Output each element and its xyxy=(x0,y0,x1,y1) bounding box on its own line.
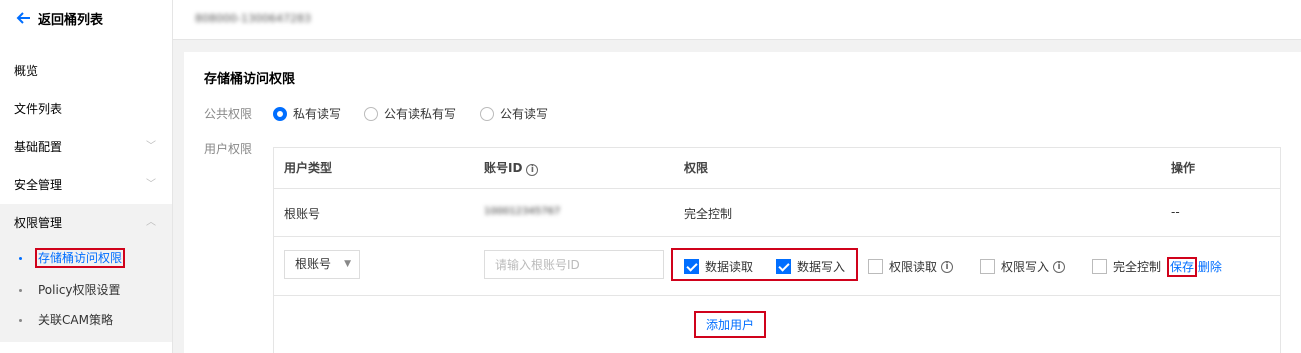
checkbox-acl-write[interactable]: 权限写入 i xyxy=(980,258,1066,275)
radio-label: 公有读写 xyxy=(500,107,549,121)
back-label: 返回桶列表 xyxy=(38,12,104,28)
checkbox-label: 权限写入 xyxy=(1001,260,1050,274)
bucket-name: 808000-1300647283 xyxy=(195,12,311,25)
row-action: -- xyxy=(1171,205,1180,219)
sidebar-subitem-label: 存储桶访问权限 xyxy=(34,248,126,268)
radio-circle xyxy=(364,106,378,121)
radio-label: 公有读私有写 xyxy=(384,107,457,121)
row-permission: 完全控制 xyxy=(684,207,733,221)
checkbox-label: 数据写入 xyxy=(797,260,846,274)
header-account-id: 账号ID i xyxy=(484,148,539,188)
sidebar-item-label: 权限管理 xyxy=(14,216,63,230)
header-account-id-label: 账号ID xyxy=(484,161,523,175)
radio-circle xyxy=(480,106,494,121)
chevron-down-icon: ﹀ xyxy=(146,179,156,190)
checkbox-box xyxy=(776,259,791,274)
bucket-acl-panel: 存储桶访问权限 公共权限 私有读写 公有读私有写 公有读写 用户权限 用户类型 … xyxy=(184,52,1301,353)
radio-private-rw[interactable]: 私有读写 xyxy=(273,105,341,122)
public-permission-label: 公共权限 xyxy=(204,107,253,121)
user-permission-table: 用户类型 账号ID i 权限 操作 根账号 100012345767 完全控制 -… xyxy=(273,147,1281,353)
top-bar: 808000-1300647283 xyxy=(173,0,1301,40)
back-to-bucket-list-button[interactable]: 返回桶列表 xyxy=(16,8,103,28)
sidebar-subitem-policy[interactable]: Policy权限设置 xyxy=(0,275,172,305)
arrow-left-icon xyxy=(16,12,30,24)
sidebar-item-basic-config[interactable]: 基础配置 ﹀ xyxy=(0,128,172,166)
row-account-id: 100012345767 xyxy=(484,206,561,217)
sidebar-item-security[interactable]: 安全管理 ﹀ xyxy=(0,166,172,204)
add-user-wrapper: 添加用户 xyxy=(694,311,767,338)
chevron-up-icon: ︿ xyxy=(146,217,156,228)
checkbox-box xyxy=(684,259,699,274)
checkbox-label: 完全控制 xyxy=(1113,260,1162,274)
caret-down-icon: ▼ xyxy=(344,259,351,269)
checkbox-full-control[interactable]: 完全控制 xyxy=(1092,258,1161,275)
checkbox-data-write[interactable]: 数据写入 xyxy=(776,258,845,275)
sidebar-item-label: 文件列表 xyxy=(14,102,63,116)
checkbox-acl-read[interactable]: 权限读取 i xyxy=(868,258,954,275)
checkbox-label: 权限读取 xyxy=(889,260,938,274)
sidebar-subitem-label: Policy权限设置 xyxy=(38,283,121,297)
sidebar-item-file-list[interactable]: 文件列表 xyxy=(0,90,172,128)
select-value: 根账号 xyxy=(295,257,332,271)
panel-title: 存储桶访问权限 xyxy=(204,72,296,87)
checkbox-box xyxy=(1092,259,1107,274)
sidebar-item-label: 概览 xyxy=(14,64,39,78)
radio-label: 私有读写 xyxy=(293,107,342,121)
divider xyxy=(274,236,1280,237)
radio-circle xyxy=(273,106,287,121)
sidebar-item-label: 安全管理 xyxy=(14,178,63,192)
info-icon[interactable]: i xyxy=(526,164,539,176)
save-button[interactable]: 保存 xyxy=(1166,257,1198,277)
bullet-icon xyxy=(19,257,22,260)
header-action: 操作 xyxy=(1171,161,1196,175)
divider xyxy=(274,295,1280,296)
row-user-type: 根账号 xyxy=(284,207,321,221)
sidebar-item-overview[interactable]: 概览 xyxy=(0,52,172,90)
add-user-button[interactable]: 添加用户 xyxy=(706,318,754,332)
chevron-down-icon: ﹀ xyxy=(146,141,156,152)
sidebar-item-permissions[interactable]: 权限管理 ︿ xyxy=(0,204,172,242)
radio-public-read-private-write[interactable]: 公有读私有写 xyxy=(364,105,456,122)
row-actions: 保存 删除 xyxy=(1166,257,1222,277)
checkbox-box xyxy=(980,259,995,274)
checkbox-box xyxy=(868,259,883,274)
info-icon[interactable]: i xyxy=(1053,260,1066,273)
info-icon[interactable]: i xyxy=(941,260,954,273)
bullet-icon xyxy=(19,289,22,292)
sidebar: 返回桶列表 概览 文件列表 基础配置 ﹀ 安全管理 ﹀ 权限管理 ︿ 存储桶访问权限 … xyxy=(0,0,173,353)
divider xyxy=(274,188,1280,189)
user-type-select[interactable]: 根账号 ▼ xyxy=(284,250,360,279)
checkbox-data-read[interactable]: 数据读取 xyxy=(684,258,753,275)
account-id-input[interactable] xyxy=(484,250,664,279)
sidebar-subitem-bucket-acl[interactable]: 存储桶访问权限 xyxy=(0,243,172,273)
header-user-type: 用户类型 xyxy=(284,161,333,175)
sidebar-item-label: 基础配置 xyxy=(14,140,63,154)
bullet-icon xyxy=(19,319,22,322)
user-permission-label: 用户权限 xyxy=(204,142,253,156)
sidebar-subitem-cam[interactable]: 关联CAM策略 xyxy=(0,305,172,335)
header-permission: 权限 xyxy=(684,161,709,175)
sidebar-subitem-label: 关联CAM策略 xyxy=(38,313,113,327)
checkbox-label: 数据读取 xyxy=(705,260,754,274)
delete-button[interactable]: 删除 xyxy=(1198,260,1222,274)
radio-public-rw[interactable]: 公有读写 xyxy=(480,105,548,122)
